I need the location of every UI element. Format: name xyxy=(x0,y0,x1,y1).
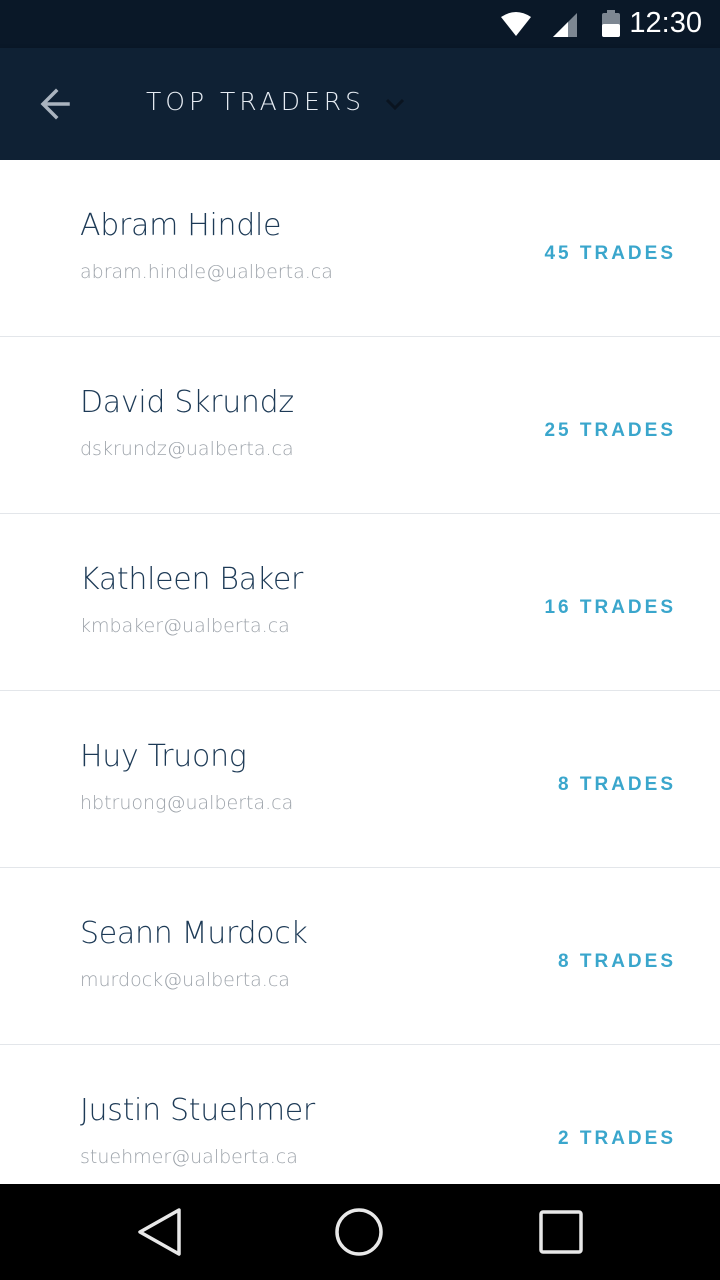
trader-email: stuehmer@ualberta.ca xyxy=(80,1146,298,1168)
title-dropdown[interactable]: TOP TRADERS xyxy=(146,87,405,116)
trade-count: 8 TRADES xyxy=(558,774,676,795)
list-item[interactable]: David Skrundz dskrundz@ualberta.ca 25 TR… xyxy=(0,337,720,514)
status-time: 12:30 xyxy=(629,7,702,39)
chevron-down-icon xyxy=(385,98,405,110)
nav-back-button[interactable] xyxy=(134,1206,186,1258)
trader-name: Abram Hindle xyxy=(80,208,282,243)
trader-email: hbtruong@ualberta.ca xyxy=(80,792,294,814)
app-bar: TOP TRADERS xyxy=(0,48,720,160)
trade-count: 16 TRADES xyxy=(544,597,676,618)
trader-list[interactable]: Abram Hindle abram.hindle@ualberta.ca 45… xyxy=(0,160,720,1184)
trader-email: kmbaker@ualberta.ca xyxy=(80,615,290,637)
list-item[interactable]: Seann Murdock murdock@ualberta.ca 8 TRAD… xyxy=(0,868,720,1045)
trader-name: Kathleen Baker xyxy=(80,562,304,597)
home-circle-icon xyxy=(335,1208,383,1256)
recents-square-icon xyxy=(539,1210,583,1254)
battery-icon xyxy=(601,10,621,42)
trader-email: murdock@ualberta.ca xyxy=(80,969,290,991)
trader-name: David Skrundz xyxy=(80,385,294,420)
trader-name: Huy Truong xyxy=(80,739,247,774)
back-button[interactable] xyxy=(34,84,78,124)
system-nav-bar xyxy=(0,1184,720,1280)
nav-home-button[interactable] xyxy=(333,1206,385,1258)
list-item[interactable]: Justin Stuehmer stuehmer@ualberta.ca 2 T… xyxy=(0,1045,720,1184)
trader-name: Justin Stuehmer xyxy=(80,1093,315,1128)
trade-count: 45 TRADES xyxy=(544,243,676,264)
trade-count: 2 TRADES xyxy=(558,1128,676,1149)
list-item[interactable]: Huy Truong hbtruong@ualberta.ca 8 TRADES xyxy=(0,691,720,868)
back-triangle-icon xyxy=(138,1208,181,1256)
back-arrow-icon xyxy=(40,88,70,120)
signal-icon xyxy=(552,12,578,42)
nav-recents-button[interactable] xyxy=(535,1206,587,1258)
list-item[interactable]: Abram Hindle abram.hindle@ualberta.ca 45… xyxy=(0,160,720,337)
status-bar: 12:30 xyxy=(0,0,720,48)
wifi-icon xyxy=(500,11,532,41)
trade-count: 25 TRADES xyxy=(544,420,676,441)
trade-count: 8 TRADES xyxy=(558,951,676,972)
page-title: TOP TRADERS xyxy=(146,87,365,116)
trader-email: abram.hindle@ualberta.ca xyxy=(80,261,333,283)
trader-name: Seann Murdock xyxy=(80,916,308,951)
list-item[interactable]: Kathleen Baker kmbaker@ualberta.ca 16 TR… xyxy=(0,514,720,691)
trader-email: dskrundz@ualberta.ca xyxy=(80,438,294,460)
